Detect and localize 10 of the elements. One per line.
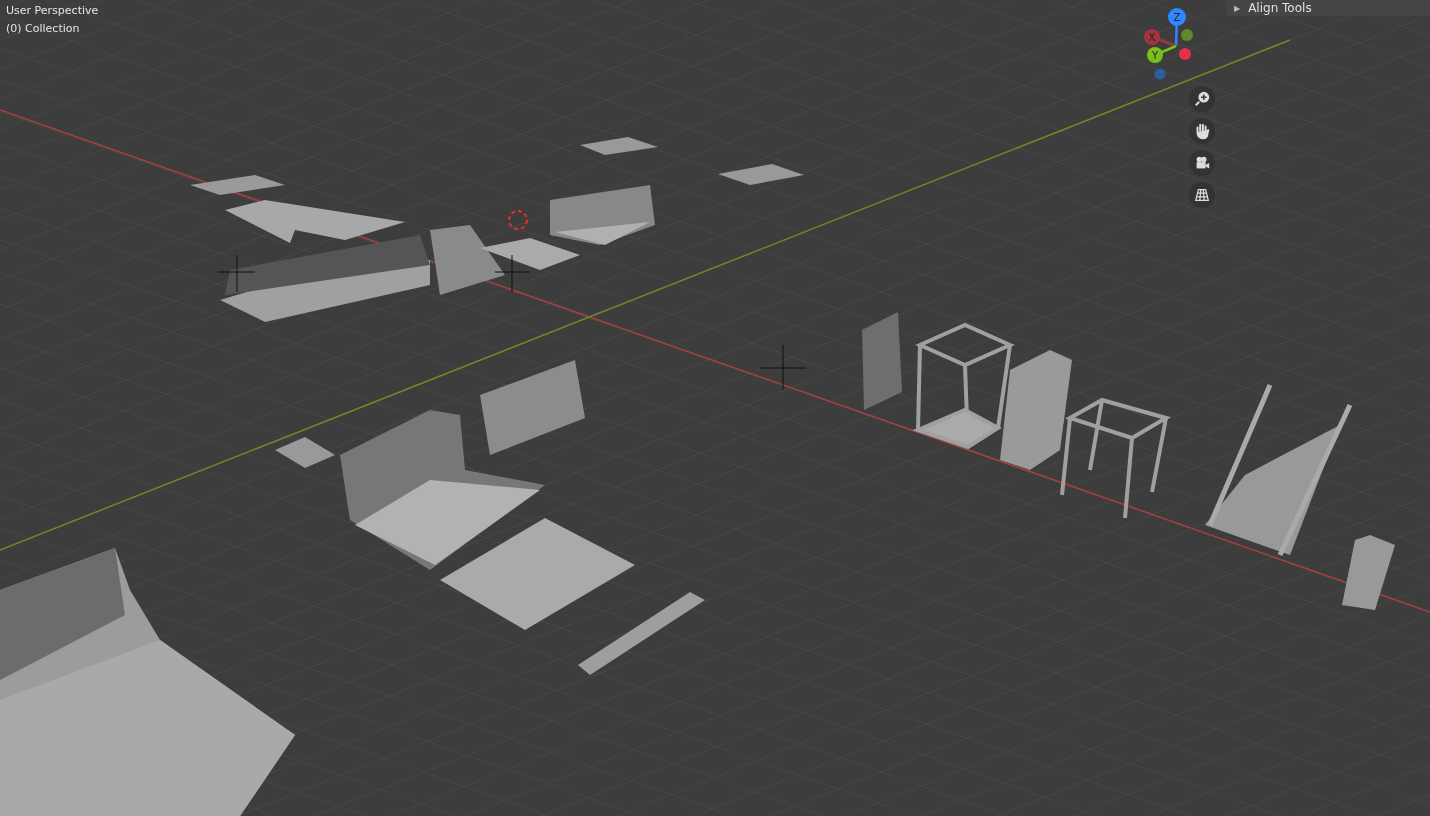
3d-viewport[interactable]: User Perspective (0) Collection ▶ Align Tools Z X Y <box>0 0 1430 816</box>
grid-icon[interactable] <box>1189 182 1215 208</box>
camera-icon[interactable] <box>1189 150 1215 176</box>
hand-icon[interactable] <box>1189 118 1215 144</box>
zoom-icon[interactable] <box>1189 86 1215 112</box>
navigation-gizmo[interactable]: Z X Y <box>1130 2 1210 82</box>
3d-cursor <box>508 210 528 230</box>
view-name: User Perspective <box>6 3 99 19</box>
collection-label: (0) Collection <box>6 21 81 37</box>
align-tools-panel-header[interactable]: ▶ Align Tools <box>1226 0 1430 16</box>
